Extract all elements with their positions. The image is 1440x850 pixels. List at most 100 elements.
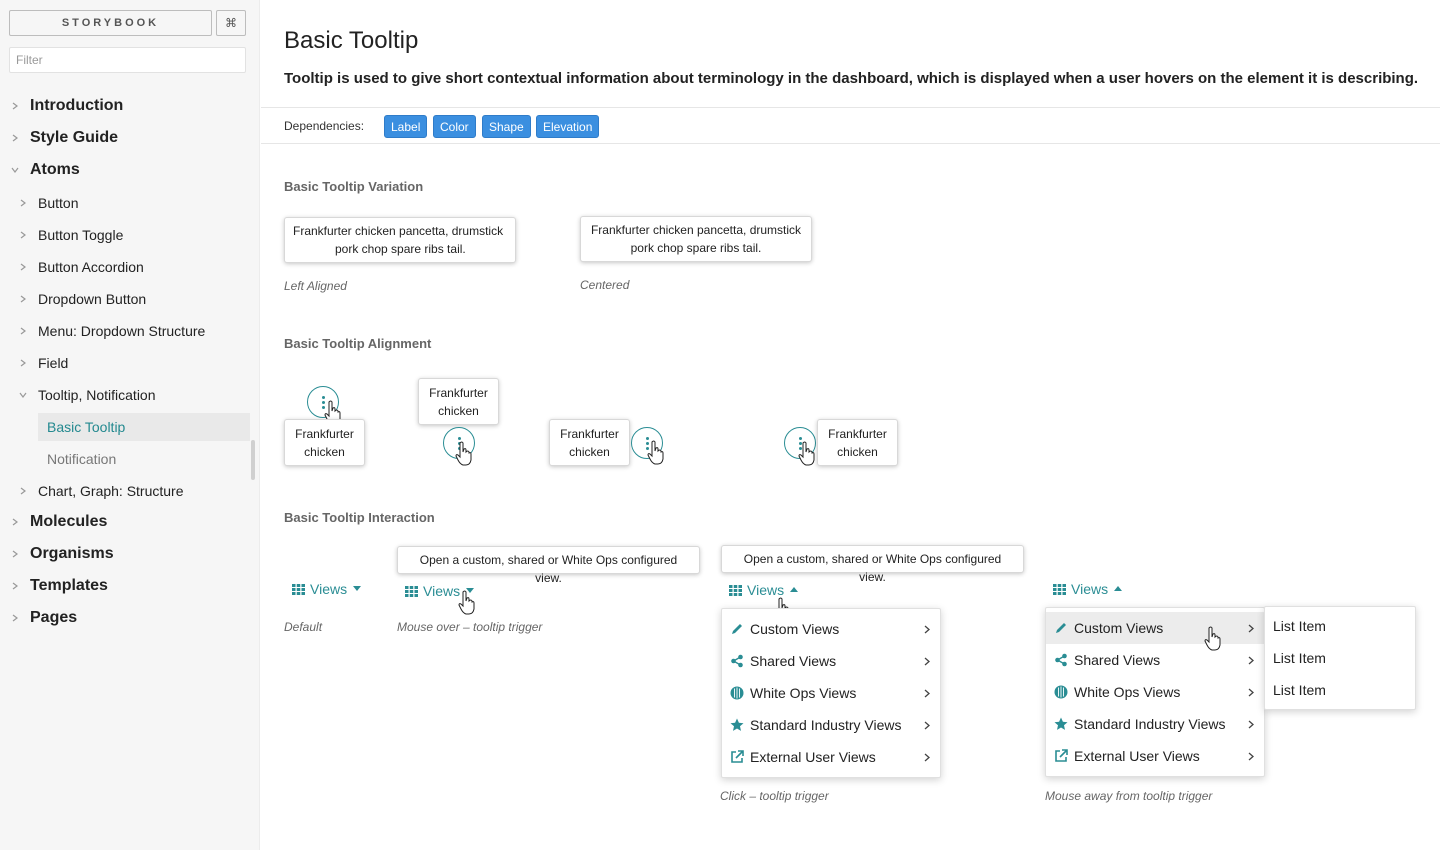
views-dropdown-button-open[interactable]: Views xyxy=(1053,581,1123,597)
nav-button-accordion[interactable]: Button Accordion xyxy=(0,253,250,281)
hand-cursor-icon xyxy=(798,441,815,466)
menu-item-standard-industry-views[interactable]: Standard Industry Views xyxy=(722,709,940,741)
chevron-right-icon xyxy=(16,260,30,274)
nav-label: Pages xyxy=(30,609,78,626)
dependency-chip-label[interactable]: Label xyxy=(384,115,428,138)
hand-cursor-icon xyxy=(458,590,475,615)
pencil-icon xyxy=(732,624,742,634)
caption-click: Click – tooltip trigger xyxy=(720,789,829,803)
caret-down-icon xyxy=(353,586,362,591)
nav-tooltip-notification[interactable]: Tooltip, Notification xyxy=(0,381,250,409)
nav-menu-dropdown-structure[interactable]: Menu: Dropdown Structure xyxy=(0,317,250,345)
grid-icon xyxy=(1053,583,1066,595)
filter-input[interactable] xyxy=(9,47,246,73)
tooltip-line: chicken xyxy=(438,403,479,418)
nav-label: Field xyxy=(38,355,69,371)
caption-left-aligned: Left Aligned xyxy=(284,279,347,293)
tooltip-line: Frankfurter xyxy=(560,426,619,441)
chevron-down-icon xyxy=(16,388,30,402)
submenu-list-item[interactable]: List Item xyxy=(1265,642,1415,674)
views-dropdown-button[interactable]: Views xyxy=(292,581,362,597)
menu-item-custom-views[interactable]: Custom Views xyxy=(722,613,940,645)
menu-item-external-user-views[interactable]: External User Views xyxy=(722,741,940,773)
nav-notification[interactable]: Notification xyxy=(0,445,250,473)
divider xyxy=(261,143,1440,144)
storybook-app: STORYBOOK ⌘ Introduction Style Guide Ato… xyxy=(0,0,1440,850)
nav-dropdown-button[interactable]: Dropdown Button xyxy=(0,285,250,313)
menu-item-custom-views[interactable]: Custom Views xyxy=(1046,612,1264,644)
caption-centered: Centered xyxy=(580,278,630,292)
menu-item-label: External User Views xyxy=(1074,748,1200,764)
nav-label: Templates xyxy=(30,577,108,594)
caption-mouseover: Mouse over – tooltip trigger xyxy=(397,620,543,634)
chevron-right-icon xyxy=(8,579,22,593)
section-title-alignment: Basic Tooltip Alignment xyxy=(284,336,432,351)
external-link-icon xyxy=(1055,749,1068,762)
views-label: Views xyxy=(747,582,785,598)
menu-item-label: White Ops Views xyxy=(1074,684,1181,700)
menu-item-shared-views[interactable]: Shared Views xyxy=(1046,644,1264,676)
menu-item-label: White Ops Views xyxy=(750,685,857,701)
dependency-chip-elevation[interactable]: Elevation xyxy=(536,115,600,138)
nav-atoms[interactable]: Atoms xyxy=(0,156,250,184)
hand-cursor-icon xyxy=(455,441,472,466)
chevron-down-icon xyxy=(8,163,22,177)
views-dropdown-button-open[interactable]: Views xyxy=(729,582,799,598)
dependency-chip-shape[interactable]: Shape xyxy=(482,115,531,138)
menu-item-shared-views[interactable]: Shared Views xyxy=(722,645,940,677)
tooltip-line: chicken xyxy=(569,444,610,459)
nav-label: Atoms xyxy=(30,161,80,178)
nav-button-toggle[interactable]: Button Toggle xyxy=(0,221,250,249)
nav-organisms[interactable]: Organisms xyxy=(0,540,250,568)
views-label: Views xyxy=(423,583,461,599)
views-menu: Custom Views Shared Views White Ops View… xyxy=(1045,607,1265,777)
chevron-right-icon xyxy=(924,753,930,762)
nav-introduction[interactable]: Introduction xyxy=(0,92,250,120)
tooltip-line: pork chop spare ribs tail. xyxy=(630,241,762,255)
submenu-list-item[interactable]: List Item xyxy=(1265,674,1415,706)
menu-item-standard-industry-views[interactable]: Standard Industry Views xyxy=(1046,708,1264,740)
nav-molecules[interactable]: Molecules xyxy=(0,508,250,536)
chevron-right-icon xyxy=(16,356,30,370)
page-description: Tooltip is used to give short contextual… xyxy=(284,70,1419,87)
dependency-chip-color[interactable]: Color xyxy=(433,115,476,138)
menu-item-label: External User Views xyxy=(750,749,876,765)
nav-templates[interactable]: Templates xyxy=(0,572,250,600)
page-title: Basic Tooltip xyxy=(284,27,419,54)
nav-field[interactable]: Field xyxy=(0,349,250,377)
chevron-right-icon xyxy=(8,515,22,529)
nav-basic-tooltip[interactable]: Basic Tooltip xyxy=(38,413,250,441)
views-label: Views xyxy=(310,581,348,597)
nav-chart-graph-structure[interactable]: Chart, Graph: Structure xyxy=(0,477,250,505)
grid-icon xyxy=(405,585,418,597)
nav-style-guide[interactable]: Style Guide xyxy=(0,124,250,152)
chevron-right-icon xyxy=(16,292,30,306)
chevron-right-icon xyxy=(16,484,30,498)
sidebar-scrollbar[interactable] xyxy=(251,440,255,480)
nav-button[interactable]: Button xyxy=(0,189,250,217)
tooltip-centered: Frankfurter chicken pancetta, drumstick … xyxy=(580,216,812,262)
menu-item-whiteops-views[interactable]: White Ops Views xyxy=(722,677,940,709)
submenu-list-item[interactable]: List Item xyxy=(1265,610,1415,642)
main-content: Basic Tooltip Tooltip is used to give sh… xyxy=(261,0,1440,850)
star-icon xyxy=(1054,717,1068,730)
nav-label: Organisms xyxy=(30,545,114,562)
share-icon xyxy=(1055,653,1067,667)
tooltip-left-aligned: Frankfurter chicken pancetta, drumstick … xyxy=(284,217,516,263)
storybook-brand-button[interactable]: STORYBOOK xyxy=(9,10,212,36)
section-title-variation: Basic Tooltip Variation xyxy=(284,179,424,194)
chevron-right-icon xyxy=(8,131,22,145)
chevron-right-icon xyxy=(924,689,930,698)
caption-default: Default xyxy=(284,620,323,634)
chevron-right-icon xyxy=(1248,624,1254,633)
menu-item-external-user-views[interactable]: External User Views xyxy=(1046,740,1264,772)
menu-item-label: Standard Industry Views xyxy=(750,717,902,733)
nav-pages[interactable]: Pages xyxy=(0,604,250,632)
menu-item-whiteops-views[interactable]: White Ops Views xyxy=(1046,676,1264,708)
nav-label: Style Guide xyxy=(30,129,119,146)
nav-label: Menu: Dropdown Structure xyxy=(38,323,206,339)
keyboard-shortcut-button[interactable]: ⌘ xyxy=(216,10,246,36)
caret-up-icon xyxy=(1114,586,1123,591)
section-title-interaction: Basic Tooltip Interaction xyxy=(284,510,435,525)
menu-item-label: Custom Views xyxy=(750,621,840,637)
